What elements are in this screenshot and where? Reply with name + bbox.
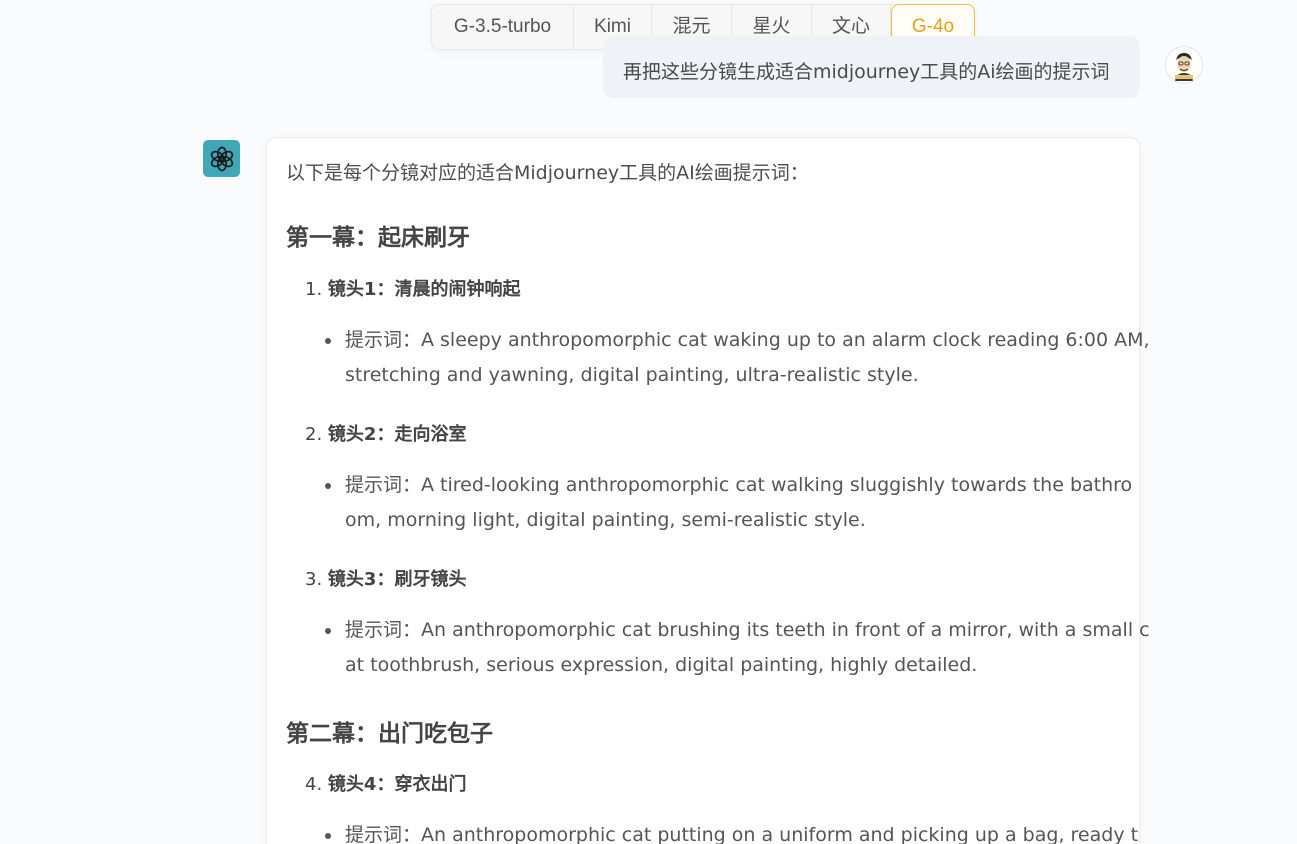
tab-g-3-5-turbo[interactable]: G-3.5-turbo <box>432 5 574 49</box>
shot-number: 4. <box>305 774 323 795</box>
shot-number: 2. <box>305 424 323 445</box>
shot-heading: 2. 镜头2：走向浴室 <box>305 420 466 446</box>
prompt-line: om, morning light, digital painting, sem… <box>345 509 866 531</box>
bot-message-card: 以下是每个分镜对应的适合Midjourney工具的AI绘画提示词： 第一幕：起床… <box>266 137 1150 844</box>
shot-label: 镜头2：走向浴室 <box>327 424 467 445</box>
shot-label: 镜头3：刷牙镜头 <box>327 569 467 590</box>
shot-heading: 3. 镜头3：刷牙镜头 <box>305 565 466 591</box>
shot-number: 3. <box>305 569 323 590</box>
bullet-dot-icon <box>325 628 331 634</box>
bullet-dot-icon <box>325 338 331 344</box>
shot-label: 镜头4：穿衣出门 <box>327 774 467 795</box>
prompt-line: at toothbrush, serious expression, digit… <box>345 654 978 676</box>
shot-heading: 4. 镜头4：穿衣出门 <box>305 770 466 796</box>
bot-intro-text: 以下是每个分镜对应的适合Midjourney工具的AI绘画提示词： <box>286 162 809 184</box>
prompt-bullet: 提示词：A sleepy anthropomorphic cat waking … <box>325 323 1150 393</box>
bullet-dot-icon <box>325 833 331 839</box>
prompt-bullet: 提示词：A tired-looking anthropomorphic cat … <box>325 468 1133 538</box>
bullet-dot-icon <box>325 483 331 489</box>
prompt-line: 提示词：An anthropomorphic cat brushing its … <box>345 619 1150 641</box>
user-message-bubble: 再把这些分镜生成适合midjourney工具的Ai绘画的提示词 <box>603 36 1140 98</box>
act-title: 第二幕：出门吃包子 <box>286 721 493 747</box>
prompt-line: 提示词：A tired-looking anthropomorphic cat … <box>345 474 1133 496</box>
shot-number: 1. <box>305 279 323 300</box>
shot-heading: 1. 镜头1：清晨的闹钟响起 <box>305 275 520 301</box>
prompt-line: 提示词：A sleepy anthropomorphic cat waking … <box>345 329 1150 351</box>
openai-logo-icon <box>203 140 240 177</box>
prompt-bullet: 提示词：An anthropomorphic cat brushing its … <box>325 613 1150 683</box>
user-message-text: 再把这些分镜生成适合midjourney工具的Ai绘画的提示词 <box>623 61 1110 83</box>
prompt-line: 提示词：An anthropomorphic cat putting on a … <box>345 824 1139 844</box>
chat-page: G-3.5-turbo Kimi 混元 星火 文心 G-4o 再把这些分镜生成适… <box>0 0 1297 844</box>
prompt-line: stretching and yawning, digital painting… <box>345 364 919 386</box>
act-title: 第一幕：起床刷牙 <box>286 225 470 251</box>
prompt-bullet: 提示词：An anthropomorphic cat putting on a … <box>325 818 1139 844</box>
user-avatar-icon[interactable] <box>1165 46 1203 84</box>
shot-label: 镜头1：清晨的闹钟响起 <box>327 279 521 300</box>
